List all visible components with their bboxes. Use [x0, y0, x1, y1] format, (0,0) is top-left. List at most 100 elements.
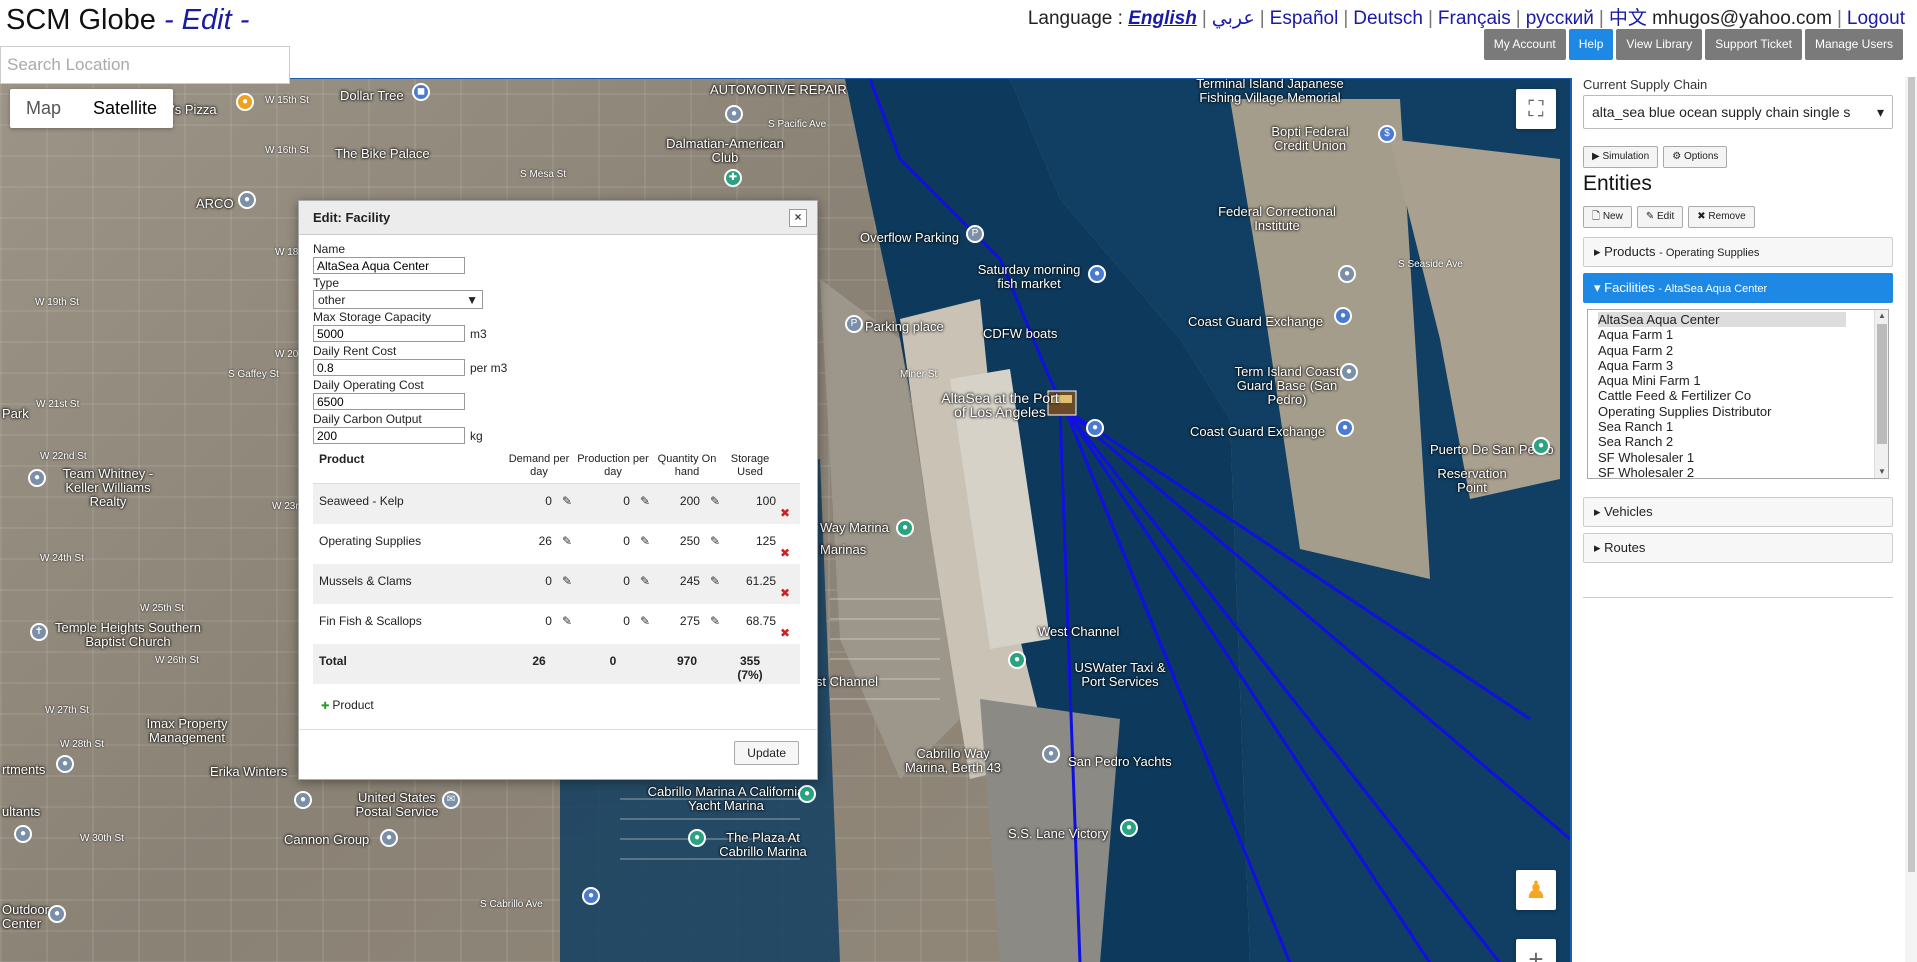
page-scroll-thumb[interactable] — [1908, 77, 1915, 872]
map-type-satellite[interactable]: Satellite — [77, 89, 173, 128]
poi-marker[interactable]: ● — [1338, 265, 1356, 283]
simulation-button[interactable]: ▶ Simulation — [1583, 146, 1659, 168]
supply-chain-select[interactable]: alta_sea blue ocean supply chain single … — [1583, 95, 1893, 129]
poi-marker[interactable]: ● — [294, 791, 312, 809]
poi-marker[interactable]: $ — [1378, 125, 1396, 143]
list-item[interactable]: Aqua Farm 2 — [1598, 343, 1888, 358]
poi-marker[interactable]: P — [845, 315, 863, 333]
manage-users-button[interactable]: Manage Users — [1804, 29, 1903, 60]
lang-chinese[interactable]: 中文 — [1609, 8, 1647, 29]
accordion-routes[interactable]: ▸ Routes — [1583, 533, 1893, 563]
help-button[interactable]: Help — [1568, 29, 1614, 60]
poi-marker[interactable]: ● — [236, 93, 254, 111]
edit-pencil-icon[interactable]: ✎ — [562, 614, 572, 628]
poi-marker[interactable]: ● — [725, 105, 743, 123]
search-location-input[interactable] — [0, 46, 290, 84]
street-view-pegman-icon[interactable]: ♟ — [1516, 870, 1556, 910]
delete-icon[interactable]: ✖ — [778, 604, 800, 644]
poi-marker[interactable]: ● — [798, 785, 816, 803]
poi-marker[interactable]: ● — [582, 887, 600, 905]
edit-pencil-icon[interactable]: ✎ — [640, 574, 650, 588]
list-item[interactable]: Aqua Mini Farm 1 — [1598, 373, 1888, 388]
logout-link[interactable]: Logout — [1847, 8, 1905, 29]
list-item[interactable]: Sea Ranch 2 — [1598, 434, 1888, 449]
edit-pencil-icon[interactable]: ✎ — [640, 534, 650, 548]
page-scrollbar[interactable] — [1905, 77, 1917, 962]
poi-marker[interactable]: ● — [1336, 419, 1354, 437]
map-type-map[interactable]: Map — [10, 89, 77, 128]
lang-german[interactable]: Deutsch — [1353, 8, 1423, 29]
my-account-button[interactable]: My Account — [1483, 29, 1566, 60]
update-button[interactable]: Update — [734, 741, 799, 765]
poi-marker[interactable]: ● — [688, 829, 706, 847]
accordion-products[interactable]: ▸ Products - Operating Supplies — [1583, 237, 1893, 267]
poi-marker[interactable]: ✉ — [442, 791, 460, 809]
list-item[interactable]: SF Wholesaler 2 — [1598, 465, 1888, 478]
poi-marker[interactable]: ● — [1042, 745, 1060, 763]
edit-pencil-icon[interactable]: ✎ — [710, 494, 720, 508]
lang-spanish[interactable]: Español — [1270, 8, 1339, 29]
poi-marker[interactable]: ● — [380, 829, 398, 847]
edit-pencil-icon[interactable]: ✎ — [640, 494, 650, 508]
delete-icon[interactable]: ✖ — [778, 524, 800, 564]
poi-marker[interactable]: ● — [1088, 265, 1106, 283]
poi-marker[interactable]: ● — [1008, 651, 1026, 669]
list-item[interactable]: Sea Ranch 1 — [1598, 419, 1888, 434]
edit-pencil-icon[interactable]: ✎ — [562, 494, 572, 508]
edit-pencil-icon[interactable]: ✎ — [562, 574, 572, 588]
support-ticket-button[interactable]: Support Ticket — [1705, 29, 1802, 60]
poi-marker[interactable]: ● — [238, 191, 256, 209]
poi-marker[interactable]: ● — [28, 469, 46, 487]
poi-marker[interactable]: ✝ — [30, 623, 48, 641]
edit-pencil-icon[interactable]: ✎ — [710, 614, 720, 628]
poi-marker[interactable]: ● — [48, 905, 66, 923]
accordion-vehicles[interactable]: ▸ Vehicles — [1583, 497, 1893, 527]
new-button[interactable]: 🗋 New — [1583, 206, 1632, 228]
list-scrollbar[interactable]: ▲ ▼ — [1874, 310, 1888, 478]
list-item[interactable]: Aqua Farm 1 — [1598, 327, 1888, 342]
lang-english[interactable]: English — [1128, 8, 1197, 29]
lang-russian[interactable]: русский — [1526, 8, 1594, 29]
edit-pencil-icon[interactable]: ✎ — [562, 534, 572, 548]
zoom-in-button[interactable]: + — [1516, 939, 1556, 962]
scroll-down-icon[interactable]: ▼ — [1875, 466, 1888, 478]
accordion-facilities[interactable]: ▾ Facilities - AltaSea Aqua Center — [1583, 273, 1893, 303]
poi-marker[interactable]: ● — [896, 519, 914, 537]
view-library-button[interactable]: View Library — [1616, 29, 1703, 60]
poi-marker[interactable]: ● — [56, 755, 74, 773]
lang-arabic[interactable]: عربي — [1212, 8, 1255, 29]
edit-button[interactable]: ✎ Edit — [1636, 206, 1684, 228]
operating-cost-input[interactable] — [313, 393, 465, 410]
list-item[interactable]: AltaSea Aqua Center — [1598, 312, 1846, 328]
poi-marker[interactable]: ● — [1086, 419, 1104, 437]
add-product-button[interactable]: ✚ Product — [321, 698, 803, 712]
fullscreen-icon[interactable]: ⛶ — [1516, 89, 1556, 129]
edit-pencil-icon[interactable]: ✎ — [710, 574, 720, 588]
carbon-output-input[interactable] — [313, 427, 465, 444]
remove-button[interactable]: ✖ Remove — [1688, 206, 1755, 228]
facility-list[interactable]: AltaSea Aqua Center Aqua Farm 1 Aqua Far… — [1587, 309, 1889, 479]
list-item[interactable]: Cattle Feed & Fertilizer Co — [1598, 388, 1888, 403]
poi-marker[interactable]: ● — [1120, 819, 1138, 837]
lang-french[interactable]: Français — [1438, 8, 1511, 29]
options-button[interactable]: ⚙ Options — [1663, 146, 1728, 168]
list-item[interactable]: SF Wholesaler 1 — [1598, 450, 1888, 465]
scroll-up-icon[interactable]: ▲ — [1875, 310, 1888, 322]
poi-marker[interactable]: ◼ — [412, 83, 430, 101]
poi-marker[interactable]: ● — [1334, 307, 1352, 325]
delete-icon[interactable]: ✖ — [778, 483, 800, 524]
poi-marker[interactable]: ● — [1340, 363, 1358, 381]
delete-icon[interactable]: ✖ — [778, 563, 800, 604]
list-item[interactable]: Aqua Farm 3 — [1598, 358, 1888, 373]
edit-pencil-icon[interactable]: ✎ — [640, 614, 650, 628]
edit-pencil-icon[interactable]: ✎ — [710, 534, 720, 548]
poi-marker[interactable]: ● — [14, 825, 32, 843]
storage-capacity-input[interactable] — [313, 325, 465, 342]
facility-type-select[interactable]: other ▼ — [313, 290, 483, 309]
list-item[interactable]: Operating Supplies Distributor — [1598, 404, 1888, 419]
facility-name-input[interactable] — [313, 257, 465, 274]
poi-marker[interactable]: ● — [1532, 437, 1550, 455]
close-icon[interactable]: × — [789, 209, 807, 227]
poi-marker[interactable]: P — [966, 225, 984, 243]
rent-cost-input[interactable] — [313, 359, 465, 376]
